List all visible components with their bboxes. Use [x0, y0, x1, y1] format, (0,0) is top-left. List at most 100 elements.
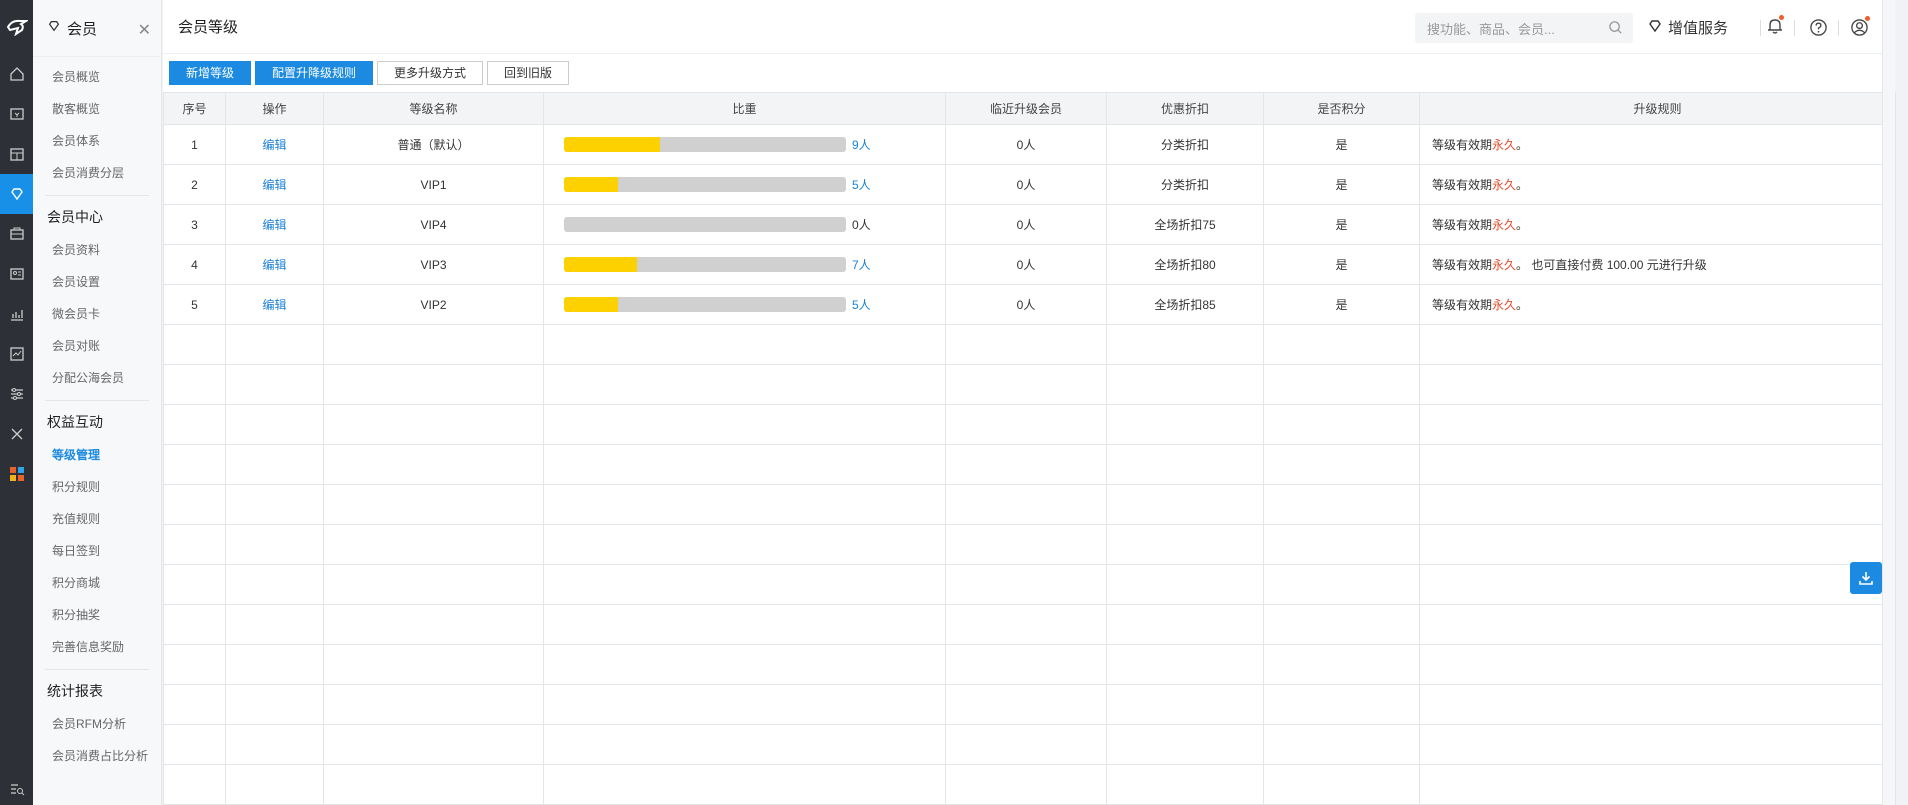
marketing-icon[interactable]: [0, 214, 33, 254]
submenu-group: 统计报表 会员RFM分析 会员消费占比分析: [45, 670, 149, 778]
submenu-item[interactable]: 会员消费分层: [45, 157, 149, 189]
empty-cell: [1263, 404, 1420, 445]
submenu-item[interactable]: 充值规则: [45, 503, 149, 535]
more-upgrade-methods-button[interactable]: 更多升级方式: [377, 61, 484, 85]
table-row: 4 编辑 VIP3 7人 0人 全场折扣80 是等级有效期永久。 也可直接付费 100.00…: [163, 244, 1896, 285]
empty-cell: [1419, 564, 1896, 605]
submenu-title: 会员: [67, 20, 98, 38]
settings-icon[interactable]: [0, 374, 33, 414]
empty-cell: [323, 484, 544, 525]
edit-link[interactable]: 编辑: [225, 244, 324, 285]
member-count-link[interactable]: 9人: [852, 136, 871, 153]
shop-icon[interactable]: [0, 134, 33, 174]
submenu-item[interactable]: 微会员卡: [45, 298, 149, 330]
logo-icon[interactable]: [0, 0, 33, 54]
submenu-item[interactable]: 会员对账: [45, 330, 149, 362]
submenu-item[interactable]: 会员设置: [45, 266, 149, 298]
empty-cell: [1419, 764, 1896, 805]
submenu-item[interactable]: 会员概览: [45, 61, 149, 93]
submenu-item[interactable]: 散客概览: [45, 93, 149, 125]
level-name: VIP3: [323, 244, 544, 285]
report-icon[interactable]: [0, 294, 33, 334]
empty-cell: [945, 684, 1107, 725]
empty-cell: [1419, 364, 1896, 405]
table-row: 3 编辑 VIP4 0人 0人 全场折扣75 是等级有效期永久。: [163, 204, 1896, 245]
submenu-group-title: 会员中心: [47, 209, 103, 225]
submenu-item[interactable]: 完善信息奖励: [45, 631, 149, 663]
help-icon[interactable]: [1809, 18, 1828, 40]
tools-icon[interactable]: [0, 414, 33, 454]
submenu-item[interactable]: 积分商城: [45, 567, 149, 599]
submenu-item[interactable]: 会员体系: [45, 125, 149, 157]
member-count-link[interactable]: 7人: [852, 256, 871, 273]
edit-link[interactable]: 编辑: [225, 284, 324, 325]
rule-text: 等级有效期: [1432, 178, 1493, 192]
empty-cell: [543, 604, 946, 645]
empty-cell: [225, 404, 324, 445]
empty-table-row: [163, 604, 1896, 645]
right-scrollbar[interactable]: [1882, 0, 1895, 805]
user-avatar-icon[interactable]: [1850, 16, 1870, 40]
empty-cell: [945, 644, 1107, 685]
earn-points: 是: [1263, 204, 1420, 245]
rule-validity: 永久: [1492, 138, 1517, 152]
submenu-group-title: 权益互动: [47, 414, 103, 430]
menu-search-icon[interactable]: [0, 781, 33, 797]
column-header: 升级规则: [1419, 92, 1896, 125]
data-icon[interactable]: [0, 334, 33, 374]
member-count-link[interactable]: 5人: [852, 296, 871, 313]
edit-link[interactable]: 编辑: [225, 204, 324, 245]
toolbar: 新增等级 配置升降级规则 更多升级方式 回到旧版: [163, 54, 1895, 92]
rule-suffix: 。: [1516, 218, 1529, 232]
row-index: 3: [163, 204, 226, 245]
staff-icon[interactable]: [0, 254, 33, 294]
empty-cell: [323, 324, 544, 365]
search-icon[interactable]: [1608, 20, 1623, 38]
empty-cell: [945, 764, 1107, 805]
apps-icon[interactable]: [0, 454, 33, 494]
ratio-bar-wrap: 5人: [545, 176, 945, 193]
config-rules-button[interactable]: 配置升降级规则: [255, 61, 374, 85]
submenu-item[interactable]: 会员资料: [45, 234, 149, 266]
empty-cell: [543, 364, 946, 405]
rule-text: 等级有效期: [1432, 218, 1493, 232]
empty-cell: [1106, 524, 1264, 565]
add-level-button[interactable]: 新增等级: [169, 61, 252, 85]
empty-cell: [1106, 444, 1264, 485]
empty-cell: [225, 644, 324, 685]
edit-link[interactable]: 编辑: [225, 164, 324, 205]
close-icon[interactable]: ✕: [138, 20, 151, 40]
submenu-group: 会员概览 散客概览 会员体系 会员消费分层: [45, 57, 149, 196]
submenu-item[interactable]: 分配公海会员: [45, 362, 149, 394]
empty-table-row: [163, 684, 1896, 725]
submenu-item[interactable]: 积分抽奖: [45, 599, 149, 631]
submenu-header: 会员 ✕: [33, 0, 161, 57]
submenu-item[interactable]: 等级管理: [45, 439, 149, 471]
cashier-icon[interactable]: [0, 94, 33, 134]
submenu-item[interactable]: 会员消费占比分析: [45, 740, 149, 772]
back-to-old-version-button[interactable]: 回到旧版: [487, 61, 570, 85]
upgrade-rule: 等级有效期永久。: [1419, 164, 1896, 205]
near-upgrade-count: 0人: [945, 244, 1107, 285]
empty-cell: [225, 524, 324, 565]
value-added-services-button[interactable]: 增值服务: [1647, 17, 1728, 38]
near-upgrade-count: 0人: [945, 124, 1107, 165]
divider: [1760, 20, 1761, 36]
icon-rail: [0, 0, 33, 805]
member-count-link[interactable]: 5人: [852, 176, 871, 193]
submenu-item[interactable]: 每日签到: [45, 535, 149, 567]
empty-cell: [1106, 404, 1264, 445]
rule-text: 等级有效期: [1432, 298, 1493, 312]
empty-cell: [163, 324, 226, 365]
download-button[interactable]: [1850, 562, 1882, 594]
member-icon[interactable]: [0, 174, 33, 214]
empty-table-row: [163, 324, 1896, 365]
empty-cell: [163, 644, 226, 685]
rule-suffix: 。: [1516, 138, 1529, 152]
submenu-item[interactable]: 会员RFM分析: [45, 708, 149, 740]
global-search-input[interactable]: 搜功能、商品、会员...: [1415, 13, 1633, 43]
submenu-item[interactable]: 积分规则: [45, 471, 149, 503]
home-icon[interactable]: [0, 54, 33, 94]
edit-link[interactable]: 编辑: [225, 124, 324, 165]
bell-icon[interactable]: [1765, 15, 1785, 39]
